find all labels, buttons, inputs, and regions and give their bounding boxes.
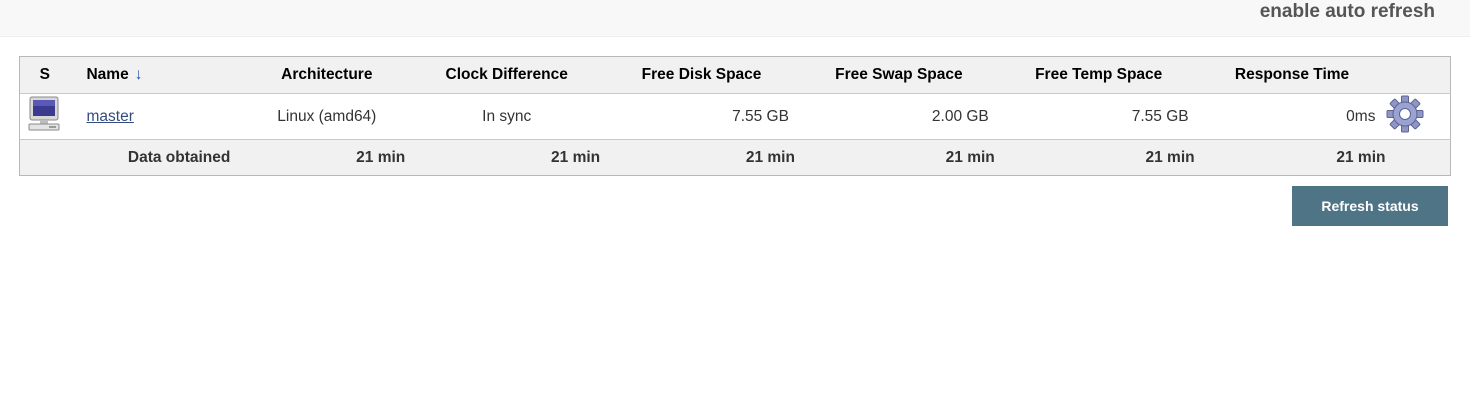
free-swap-space-obtained: 21 min [798, 139, 999, 176]
response-time-cell: 0ms [1346, 107, 1376, 125]
table-row: master Linux (amd64) In sync 7.55 GB 2.0… [19, 93, 1451, 140]
free-disk-space-cell: 7.55 GB [732, 107, 789, 125]
column-header-free-swap-space[interactable]: Free Swap Space [798, 56, 999, 94]
response-time-obtained: 21 min [1198, 139, 1386, 176]
enable-auto-refresh-link[interactable]: enable auto refresh [1260, 1, 1435, 23]
column-header-free-disk-space[interactable]: Free Disk Space [604, 56, 799, 94]
free-swap-space-cell: 2.00 GB [931, 107, 989, 125]
configure-cell [1385, 94, 1450, 140]
free-temp-space-obtained: 21 min [998, 139, 1199, 176]
column-header-name[interactable]: Name ↓ [69, 56, 245, 94]
status-cell [20, 94, 70, 140]
name-cell: master [69, 94, 244, 140]
computer-icon [25, 94, 65, 139]
column-header-status[interactable]: S [19, 56, 70, 94]
refresh-status-button[interactable]: Refresh status [1292, 186, 1448, 226]
column-header-clock-difference[interactable]: Clock Difference [409, 56, 605, 94]
column-header-architecture[interactable]: Architecture [244, 56, 410, 94]
nodes-table: S Name ↓ Architecture Clock Difference Fr… [19, 56, 1451, 176]
architecture-cell: Linux (amd64) [277, 107, 377, 125]
table-header-row: S Name ↓ Architecture Clock Difference Fr… [19, 56, 1451, 94]
column-header-name-label: Name [86, 66, 129, 83]
clock-difference-obtained: 21 min [409, 139, 605, 176]
clock-difference-cell: In sync [482, 107, 532, 125]
free-disk-space-obtained: 21 min [604, 139, 799, 176]
data-obtained-label: Data obtained [19, 139, 245, 176]
footer-spacer [1385, 139, 1451, 176]
sort-descending-icon: ↓ [134, 66, 143, 83]
gear-icon[interactable] [1385, 94, 1425, 139]
column-header-response-time[interactable]: Response Time [1198, 56, 1386, 94]
node-link-master[interactable]: master [86, 108, 133, 125]
top-bar: enable auto refresh [0, 0, 1470, 37]
architecture-obtained: 21 min [244, 139, 410, 176]
free-temp-space-cell: 7.55 GB [1131, 107, 1189, 125]
data-obtained-row: Data obtained 21 min 21 min 21 min 21 mi… [19, 139, 1451, 176]
column-header-free-temp-space[interactable]: Free Temp Space [998, 56, 1199, 94]
column-header-actions [1385, 56, 1451, 94]
